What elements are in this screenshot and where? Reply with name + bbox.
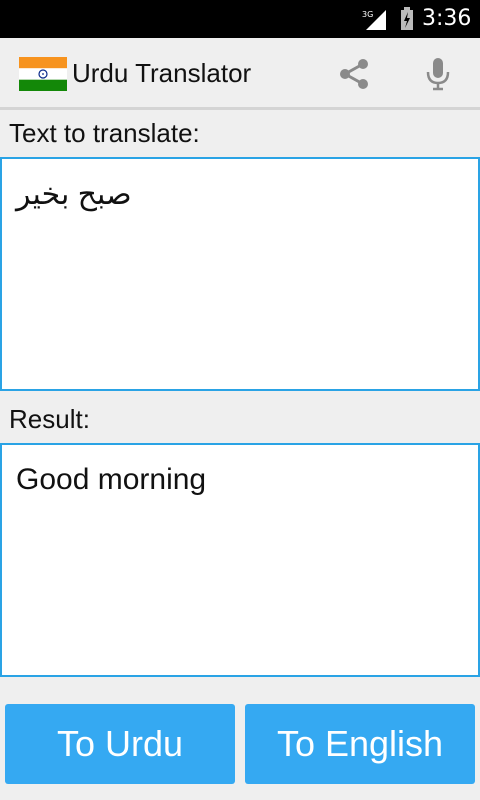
- source-text-input[interactable]: صبح بخیر: [0, 157, 480, 391]
- action-bar: Urdu Translator: [0, 38, 480, 110]
- mic-icon: [426, 58, 450, 91]
- to-urdu-button[interactable]: To Urdu: [5, 704, 235, 784]
- battery-icon: [401, 7, 413, 30]
- signal-icon: 3G: [362, 10, 386, 30]
- clock: 3:36: [422, 6, 472, 31]
- result-text-value: Good morning: [16, 463, 207, 496]
- result-label: Result:: [9, 404, 90, 434]
- status-bar: 3G 3:36: [0, 0, 480, 38]
- svg-text:3G: 3G: [362, 10, 373, 19]
- india-flag-icon: [19, 57, 67, 91]
- result-text-area[interactable]: Good morning: [0, 443, 480, 677]
- source-label: Text to translate:: [9, 118, 200, 148]
- source-text-value: صبح بخیر: [16, 178, 132, 211]
- share-icon: [340, 59, 368, 89]
- microphone-button[interactable]: [414, 52, 462, 96]
- to-english-button[interactable]: To English: [245, 704, 475, 784]
- share-button[interactable]: [330, 52, 378, 96]
- app-title: Urdu Translator: [72, 58, 252, 88]
